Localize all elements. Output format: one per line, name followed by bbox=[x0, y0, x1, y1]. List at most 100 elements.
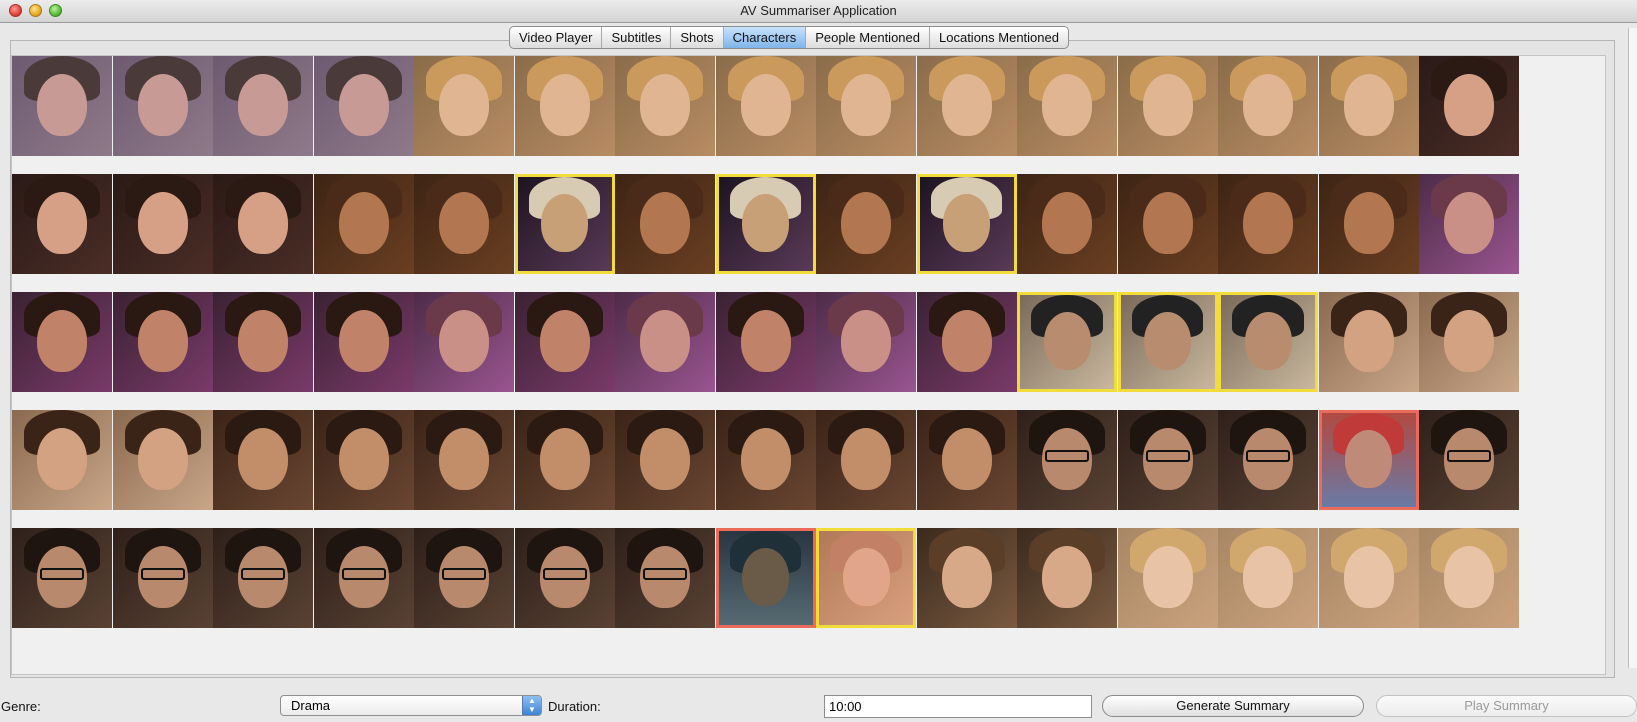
thumbnail-face bbox=[338, 74, 389, 136]
character-thumbnail[interactable] bbox=[1419, 174, 1519, 274]
character-thumbnail[interactable] bbox=[1117, 410, 1218, 510]
character-thumbnail[interactable] bbox=[1218, 174, 1318, 274]
character-thumbnail[interactable] bbox=[1017, 410, 1117, 510]
character-thumbnail[interactable] bbox=[213, 174, 313, 274]
character-thumbnail[interactable] bbox=[12, 292, 112, 392]
character-thumbnail[interactable] bbox=[916, 528, 1017, 628]
glasses-icon bbox=[241, 568, 285, 580]
character-thumbnail[interactable] bbox=[1218, 56, 1318, 156]
character-thumbnail[interactable] bbox=[313, 292, 414, 392]
character-thumbnail[interactable] bbox=[816, 410, 916, 510]
character-thumbnail[interactable] bbox=[916, 174, 1017, 274]
character-thumbnail[interactable] bbox=[514, 56, 615, 156]
character-thumbnail[interactable] bbox=[514, 292, 615, 392]
character-thumbnail[interactable] bbox=[1117, 174, 1218, 274]
character-thumbnail[interactable] bbox=[615, 56, 715, 156]
character-thumbnail[interactable] bbox=[514, 528, 615, 628]
tab-people-mentioned[interactable]: People Mentioned bbox=[806, 27, 930, 48]
character-thumbnail[interactable] bbox=[816, 56, 916, 156]
thumbnail-face bbox=[842, 547, 890, 607]
character-thumbnail[interactable] bbox=[816, 174, 916, 274]
tab-locations-mentioned[interactable]: Locations Mentioned bbox=[930, 27, 1068, 48]
character-thumbnail[interactable] bbox=[112, 292, 213, 392]
thumbnail-face bbox=[841, 74, 891, 136]
thumbnail-face bbox=[640, 192, 690, 254]
character-thumbnail[interactable] bbox=[715, 56, 816, 156]
character-thumbnail[interactable] bbox=[12, 528, 112, 628]
duration-field[interactable]: 10:00 bbox=[824, 695, 1092, 718]
character-thumbnail[interactable] bbox=[1017, 56, 1117, 156]
thumbnail-face bbox=[640, 310, 690, 372]
character-thumbnail[interactable] bbox=[1318, 292, 1419, 392]
character-thumbnail[interactable] bbox=[1017, 528, 1117, 628]
genre-select[interactable]: Drama ▲ ▼ bbox=[280, 695, 542, 716]
character-thumbnail[interactable] bbox=[112, 528, 213, 628]
character-thumbnail[interactable] bbox=[816, 528, 916, 628]
tab-shots[interactable]: Shots bbox=[671, 27, 724, 48]
character-thumbnail[interactable] bbox=[1218, 292, 1318, 392]
character-thumbnail[interactable] bbox=[1218, 410, 1318, 510]
character-thumbnail[interactable] bbox=[414, 56, 514, 156]
character-thumbnail[interactable] bbox=[514, 410, 615, 510]
thumbnail-face bbox=[1142, 546, 1193, 608]
character-thumbnail[interactable] bbox=[414, 292, 514, 392]
character-thumbnail[interactable] bbox=[12, 56, 112, 156]
character-thumbnail[interactable] bbox=[12, 410, 112, 510]
character-thumbnail[interactable] bbox=[715, 410, 816, 510]
character-thumbnail[interactable] bbox=[112, 174, 213, 274]
character-thumbnail[interactable] bbox=[1218, 528, 1318, 628]
character-thumbnail[interactable] bbox=[1318, 410, 1419, 510]
tab-video-player[interactable]: Video Player bbox=[510, 27, 603, 48]
character-thumbnail[interactable] bbox=[1318, 174, 1419, 274]
character-thumbnail[interactable] bbox=[715, 174, 816, 274]
character-thumbnail[interactable] bbox=[1419, 528, 1519, 628]
character-thumbnail[interactable] bbox=[1419, 56, 1519, 156]
character-thumbnail[interactable] bbox=[1117, 528, 1218, 628]
thumbnail-face bbox=[37, 310, 87, 372]
generate-summary-button[interactable]: Generate Summary bbox=[1102, 695, 1364, 717]
character-thumbnail[interactable] bbox=[615, 410, 715, 510]
character-thumbnail[interactable] bbox=[213, 56, 313, 156]
character-thumbnail[interactable] bbox=[313, 410, 414, 510]
character-thumbnail[interactable] bbox=[1117, 292, 1218, 392]
character-thumbnail[interactable] bbox=[1318, 56, 1419, 156]
thumbnail-face bbox=[1444, 546, 1494, 608]
character-thumbnail[interactable] bbox=[213, 528, 313, 628]
character-thumbnail[interactable] bbox=[12, 174, 112, 274]
tab-characters[interactable]: Characters bbox=[723, 27, 807, 48]
thumbnail-face bbox=[1144, 311, 1191, 371]
character-thumbnail[interactable] bbox=[112, 56, 213, 156]
character-thumbnail[interactable] bbox=[313, 528, 414, 628]
character-thumbnail[interactable] bbox=[313, 174, 414, 274]
duration-label: Duration: bbox=[548, 699, 601, 714]
character-thumbnail[interactable] bbox=[1017, 174, 1117, 274]
character-thumbnail[interactable] bbox=[916, 292, 1017, 392]
title-bar: AV Summariser Application bbox=[0, 0, 1637, 23]
thumbnail-face bbox=[1142, 192, 1193, 254]
character-thumbnail[interactable] bbox=[916, 56, 1017, 156]
character-thumbnail[interactable] bbox=[313, 56, 414, 156]
character-thumbnail[interactable] bbox=[615, 292, 715, 392]
character-thumbnail[interactable] bbox=[816, 292, 916, 392]
character-thumbnail[interactable] bbox=[715, 292, 816, 392]
character-thumbnail[interactable] bbox=[514, 174, 615, 274]
character-thumbnail[interactable] bbox=[615, 174, 715, 274]
character-thumbnail[interactable] bbox=[213, 410, 313, 510]
character-thumbnail[interactable] bbox=[213, 292, 313, 392]
character-thumbnail[interactable] bbox=[414, 174, 514, 274]
character-thumbnail[interactable] bbox=[112, 410, 213, 510]
character-thumbnail[interactable] bbox=[1419, 410, 1519, 510]
character-thumbnail[interactable] bbox=[414, 528, 514, 628]
thumbnail-face bbox=[1243, 546, 1293, 608]
character-thumbnail[interactable] bbox=[715, 528, 816, 628]
thumbnail-face bbox=[841, 428, 891, 490]
character-thumbnail[interactable] bbox=[1017, 292, 1117, 392]
character-thumbnail[interactable] bbox=[916, 410, 1017, 510]
character-thumbnail[interactable] bbox=[1318, 528, 1419, 628]
character-thumbnail[interactable] bbox=[1117, 56, 1218, 156]
thumbnail-face bbox=[941, 310, 992, 372]
character-thumbnail[interactable] bbox=[615, 528, 715, 628]
character-thumbnail[interactable] bbox=[1419, 292, 1519, 392]
character-thumbnail[interactable] bbox=[414, 410, 514, 510]
tab-subtitles[interactable]: Subtitles bbox=[602, 27, 672, 48]
